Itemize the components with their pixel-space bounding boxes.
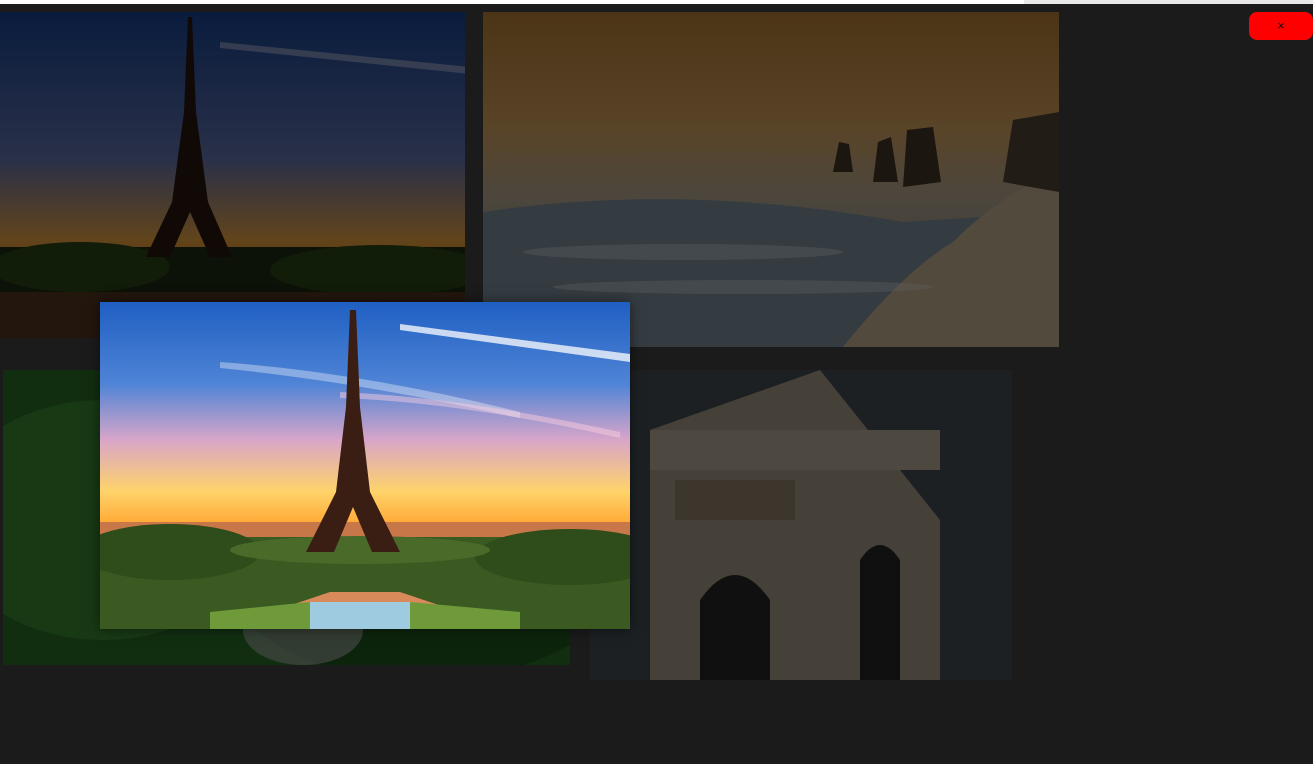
gallery-thumbnail-arc-de-triomphe[interactable] — [590, 370, 1012, 680]
eiffel-tower-full-image — [100, 302, 630, 629]
close-button[interactable]: × — [1249, 12, 1313, 40]
eiffel-tower-image — [0, 12, 465, 338]
gallery-stage: × — [0, 0, 1313, 764]
coastal-rocks-image — [483, 12, 1059, 347]
gallery-thumbnail-eiffel-tower[interactable] — [0, 12, 465, 338]
arc-de-triomphe-image — [590, 370, 1012, 680]
close-icon: × — [1277, 18, 1285, 33]
loading-progress-bar — [0, 0, 1313, 4]
loading-progress-fill — [0, 0, 1025, 4]
lightbox-image-viewer[interactable] — [100, 302, 630, 629]
gallery-thumbnail-coastal-rocks[interactable] — [483, 12, 1059, 347]
